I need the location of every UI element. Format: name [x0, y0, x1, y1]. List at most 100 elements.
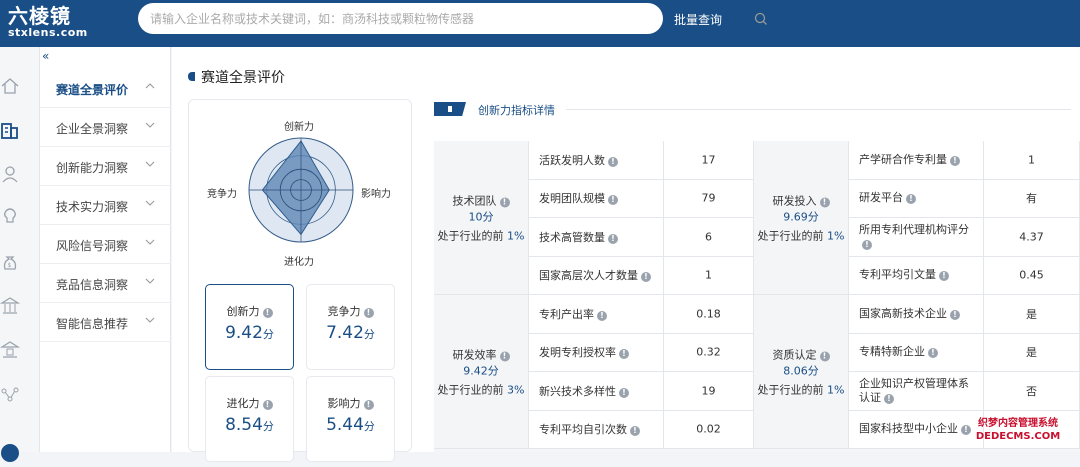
table-cell-label: 发明团队规模!	[529, 179, 664, 218]
indicator-value: 79	[701, 191, 716, 205]
batch-query-button[interactable]: 批量查询	[674, 11, 722, 28]
info-icon[interactable]: !	[363, 308, 374, 318]
chevron-down-icon	[145, 161, 155, 167]
collapse-button[interactable]: «	[42, 49, 49, 63]
info-icon[interactable]: !	[950, 155, 960, 166]
bank-icon[interactable]	[0, 295, 21, 317]
watermark-line1: 织梦内容管理系统	[978, 418, 1058, 429]
user-icon[interactable]	[0, 163, 20, 185]
building-icon[interactable]	[0, 119, 20, 141]
info-icon[interactable]: !	[884, 393, 894, 404]
indicator-value: 是	[1026, 307, 1037, 321]
info-icon[interactable]: !	[630, 426, 640, 437]
info-icon[interactable]: !	[819, 197, 830, 207]
table-cell-label: 专精特新企业!	[849, 333, 984, 372]
user-avatar-icon[interactable]	[0, 441, 20, 463]
tab-title[interactable]: 创新力指标详情	[478, 102, 555, 118]
sidebar-item-label: 风险信号洞察	[56, 239, 129, 253]
info-icon[interactable]: !	[619, 349, 629, 360]
info-icon[interactable]: !	[363, 400, 374, 410]
info-icon[interactable]: !	[862, 239, 872, 250]
group-rank: 3%	[507, 383, 525, 396]
info-icon[interactable]: !	[906, 194, 916, 205]
table-cell-value: 17	[664, 141, 754, 180]
tab-badge-icon	[434, 102, 466, 116]
indicator-label: 技术高管数量	[539, 230, 605, 244]
score-card-evolution[interactable]: 进化力! 8.54分	[205, 376, 294, 462]
divider	[566, 109, 1071, 110]
group-rank-prefix: 处于行业的前	[757, 383, 824, 396]
indicator-value: 0.32	[696, 345, 721, 359]
info-icon[interactable]: !	[597, 310, 607, 321]
search-input[interactable]	[150, 9, 610, 29]
table-cell-value: 是	[984, 295, 1080, 334]
sidebar-item-recommend[interactable]: 智能信息推荐	[40, 303, 171, 342]
table-cell-label: 专利平均自引次数!	[529, 410, 664, 449]
table-cell-value: 0.18	[664, 295, 754, 334]
bulb-icon[interactable]	[0, 205, 20, 227]
group-rank-prefix: 处于行业的前	[437, 383, 504, 396]
logo[interactable]: 六棱镜 stxlens.com	[8, 5, 88, 39]
sidebar-item-label: 创新能力洞察	[56, 161, 129, 175]
info-icon[interactable]: !	[619, 387, 629, 398]
info-icon[interactable]: !	[608, 233, 618, 244]
info-icon[interactable]: !	[641, 272, 651, 283]
table-cell-label: 产学研合作专利量!	[849, 141, 984, 180]
sidebar-item-label: 赛道全景评价	[56, 83, 129, 97]
info-icon[interactable]: !	[499, 351, 510, 361]
table-cell-label: 国家高层次人才数量!	[529, 256, 664, 295]
score-unit: 分	[363, 420, 375, 433]
table-cell-value: 79	[664, 179, 754, 218]
info-icon[interactable]: !	[499, 197, 510, 207]
group-score: 10分	[468, 210, 494, 223]
score-unit: 分	[363, 328, 375, 341]
indicator-value: 0.02	[696, 422, 721, 436]
score-unit: 分	[262, 420, 274, 433]
score-card-influence[interactable]: 影响力! 5.44分	[306, 376, 395, 462]
sidebar-item-enterprise[interactable]: 企业全景洞察	[40, 108, 171, 147]
network-icon[interactable]	[0, 383, 20, 405]
info-icon[interactable]: !	[928, 348, 938, 359]
indicator-value: 0.18	[696, 307, 721, 321]
sidebar-item-competitor[interactable]: 竞品信息洞察	[40, 264, 171, 303]
group-name: 技术团队	[452, 194, 497, 207]
indicator-label: 发明团队规模	[539, 192, 605, 206]
logo-cn: 六棱镜	[8, 4, 71, 28]
score-card-innovation[interactable]: 创新力! 9.42分	[205, 284, 294, 370]
search-box[interactable]	[138, 3, 767, 34]
watermark-line2: DEDECMS.COM	[975, 431, 1061, 442]
indicator-value: 4.37	[1019, 230, 1044, 244]
indicator-label: 研发平台	[859, 191, 903, 205]
sidebar-item-tech[interactable]: 技术实力洞察	[40, 186, 171, 225]
score-card-competition[interactable]: 竞争力! 7.42分	[306, 284, 395, 370]
money-bag-icon[interactable]: $	[0, 251, 20, 273]
indicator-label: 专利平均自引次数	[539, 423, 627, 437]
table-cell-value: 1	[664, 256, 754, 295]
score-name: 创新力	[226, 305, 260, 318]
sidebar-item-innovation[interactable]: 创新能力洞察	[40, 147, 171, 186]
info-icon[interactable]: !	[262, 400, 273, 410]
score-name: 竞争力	[327, 305, 361, 318]
table-cell-label: 国家高新技术企业!	[849, 295, 984, 334]
sidebar-item-label: 竞品信息洞察	[56, 278, 129, 292]
sidebar-item-track-overview[interactable]: 赛道全景评价	[40, 69, 171, 108]
chevron-down-icon	[145, 122, 155, 128]
sidebar-item-risk[interactable]: 风险信号洞察	[40, 225, 171, 264]
info-icon[interactable]: !	[262, 308, 273, 318]
info-icon[interactable]: !	[608, 195, 618, 206]
icon-rail: $	[0, 47, 40, 462]
table-cell-value: 19	[664, 372, 754, 411]
home-icon[interactable]	[0, 75, 20, 97]
institution-icon[interactable]	[0, 339, 21, 361]
info-icon[interactable]: !	[950, 309, 960, 320]
info-icon[interactable]: !	[819, 351, 830, 361]
search-icon[interactable]	[754, 12, 768, 26]
group-rank-prefix: 处于行业的前	[757, 229, 824, 242]
group-cell: 资质认定! 8.06分 处于行业的前 1%	[754, 295, 849, 449]
indicator-label: 所用专利代理机构评分	[859, 222, 969, 236]
indicator-value: 1	[705, 268, 712, 282]
info-icon[interactable]: !	[608, 156, 618, 167]
info-icon[interactable]: !	[939, 271, 949, 282]
top-header: 六棱镜 stxlens.com 批量查询	[0, 0, 1080, 47]
table-cell-label: 技术高管数量!	[529, 218, 664, 257]
